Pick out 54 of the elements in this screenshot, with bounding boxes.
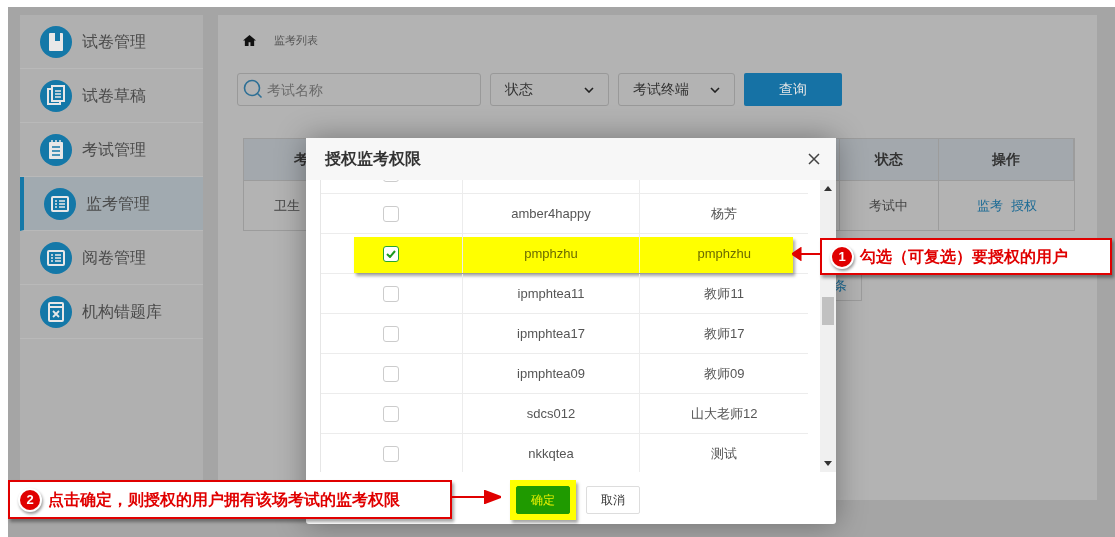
confirm-button[interactable]: 确定 — [516, 486, 570, 514]
sidebar-item[interactable]: 监考管理 — [20, 177, 203, 231]
table-cell-text: ipmphtea17 — [517, 324, 585, 343]
number-badge: 1 — [832, 246, 852, 267]
check-icon — [386, 249, 397, 258]
checkbox[interactable] — [383, 445, 400, 462]
select-dropdown[interactable]: 考试终端 — [618, 73, 735, 106]
table-cell-text: 山大老师12 — [690, 404, 758, 423]
list-icon — [44, 187, 76, 220]
search-icon — [243, 79, 263, 99]
home-icon[interactable] — [243, 33, 256, 47]
number-badge: 2 — [20, 489, 40, 510]
sidebar-item[interactable]: 阅卷管理 — [20, 231, 203, 285]
select-dropdown[interactable]: 状态 — [490, 73, 609, 106]
table-cell-text: 杨芳 — [711, 204, 738, 223]
table-cell-text: nkkqtea — [528, 444, 574, 463]
table-cell-text: pmphzhu — [524, 244, 578, 263]
table-cell-text: 教师11 — [704, 284, 744, 303]
action-link[interactable]: 监考 — [976, 195, 1003, 216]
sidebar-item[interactable]: 试卷草稿 — [20, 69, 203, 123]
chevron-down-icon — [710, 86, 720, 93]
table-cell-text: pmphzhu — [697, 244, 751, 263]
checkbox[interactable] — [383, 405, 400, 422]
column-header: 操作 — [939, 139, 1074, 180]
table-cell-text: ipmphtea11 — [517, 284, 585, 303]
dialog-title: 授权监考权限 — [325, 149, 421, 169]
search-field[interactable]: 考试名称 — [237, 73, 481, 106]
breadcrumb-text: 监考列表 — [274, 32, 318, 48]
table-cell-text: ipmphtea09 — [517, 364, 585, 383]
cancel-button[interactable]: 取消 — [586, 486, 640, 514]
query-button[interactable]: 查询 — [744, 73, 842, 106]
list-icon — [40, 241, 72, 274]
documents-icon — [40, 79, 72, 112]
callout-text: 点击确定，则授权的用户拥有该场考试的监考权限 — [48, 489, 400, 510]
table-cell-text: sdcs012 — [526, 404, 576, 423]
column-header: 状态 — [839, 139, 940, 180]
checkbox[interactable] — [383, 205, 400, 222]
callout-text: 勾选（可复选）要授权的用户 — [860, 246, 1068, 267]
notebook-icon — [40, 25, 72, 58]
close-icon[interactable] — [808, 153, 820, 165]
table-cell-text: 教师17 — [703, 324, 745, 343]
checkbox[interactable] — [383, 325, 400, 342]
sidebar-item[interactable]: 试卷管理 — [20, 15, 203, 69]
table-cell-text: 测试 — [711, 444, 738, 463]
table-cell-text: 教师09 — [703, 364, 745, 383]
chevron-down-icon — [584, 86, 594, 93]
notepad-icon — [40, 133, 72, 166]
sidebar-item[interactable]: 机构错题库 — [20, 285, 203, 339]
table-cell-text: amber4happy — [511, 204, 591, 223]
checkbox[interactable] — [383, 365, 400, 382]
table-cell: 考试中 — [839, 181, 940, 230]
action-link[interactable]: 授权 — [1010, 195, 1037, 216]
checkbox[interactable] — [383, 285, 400, 302]
crossed-sheet-icon — [40, 295, 72, 328]
